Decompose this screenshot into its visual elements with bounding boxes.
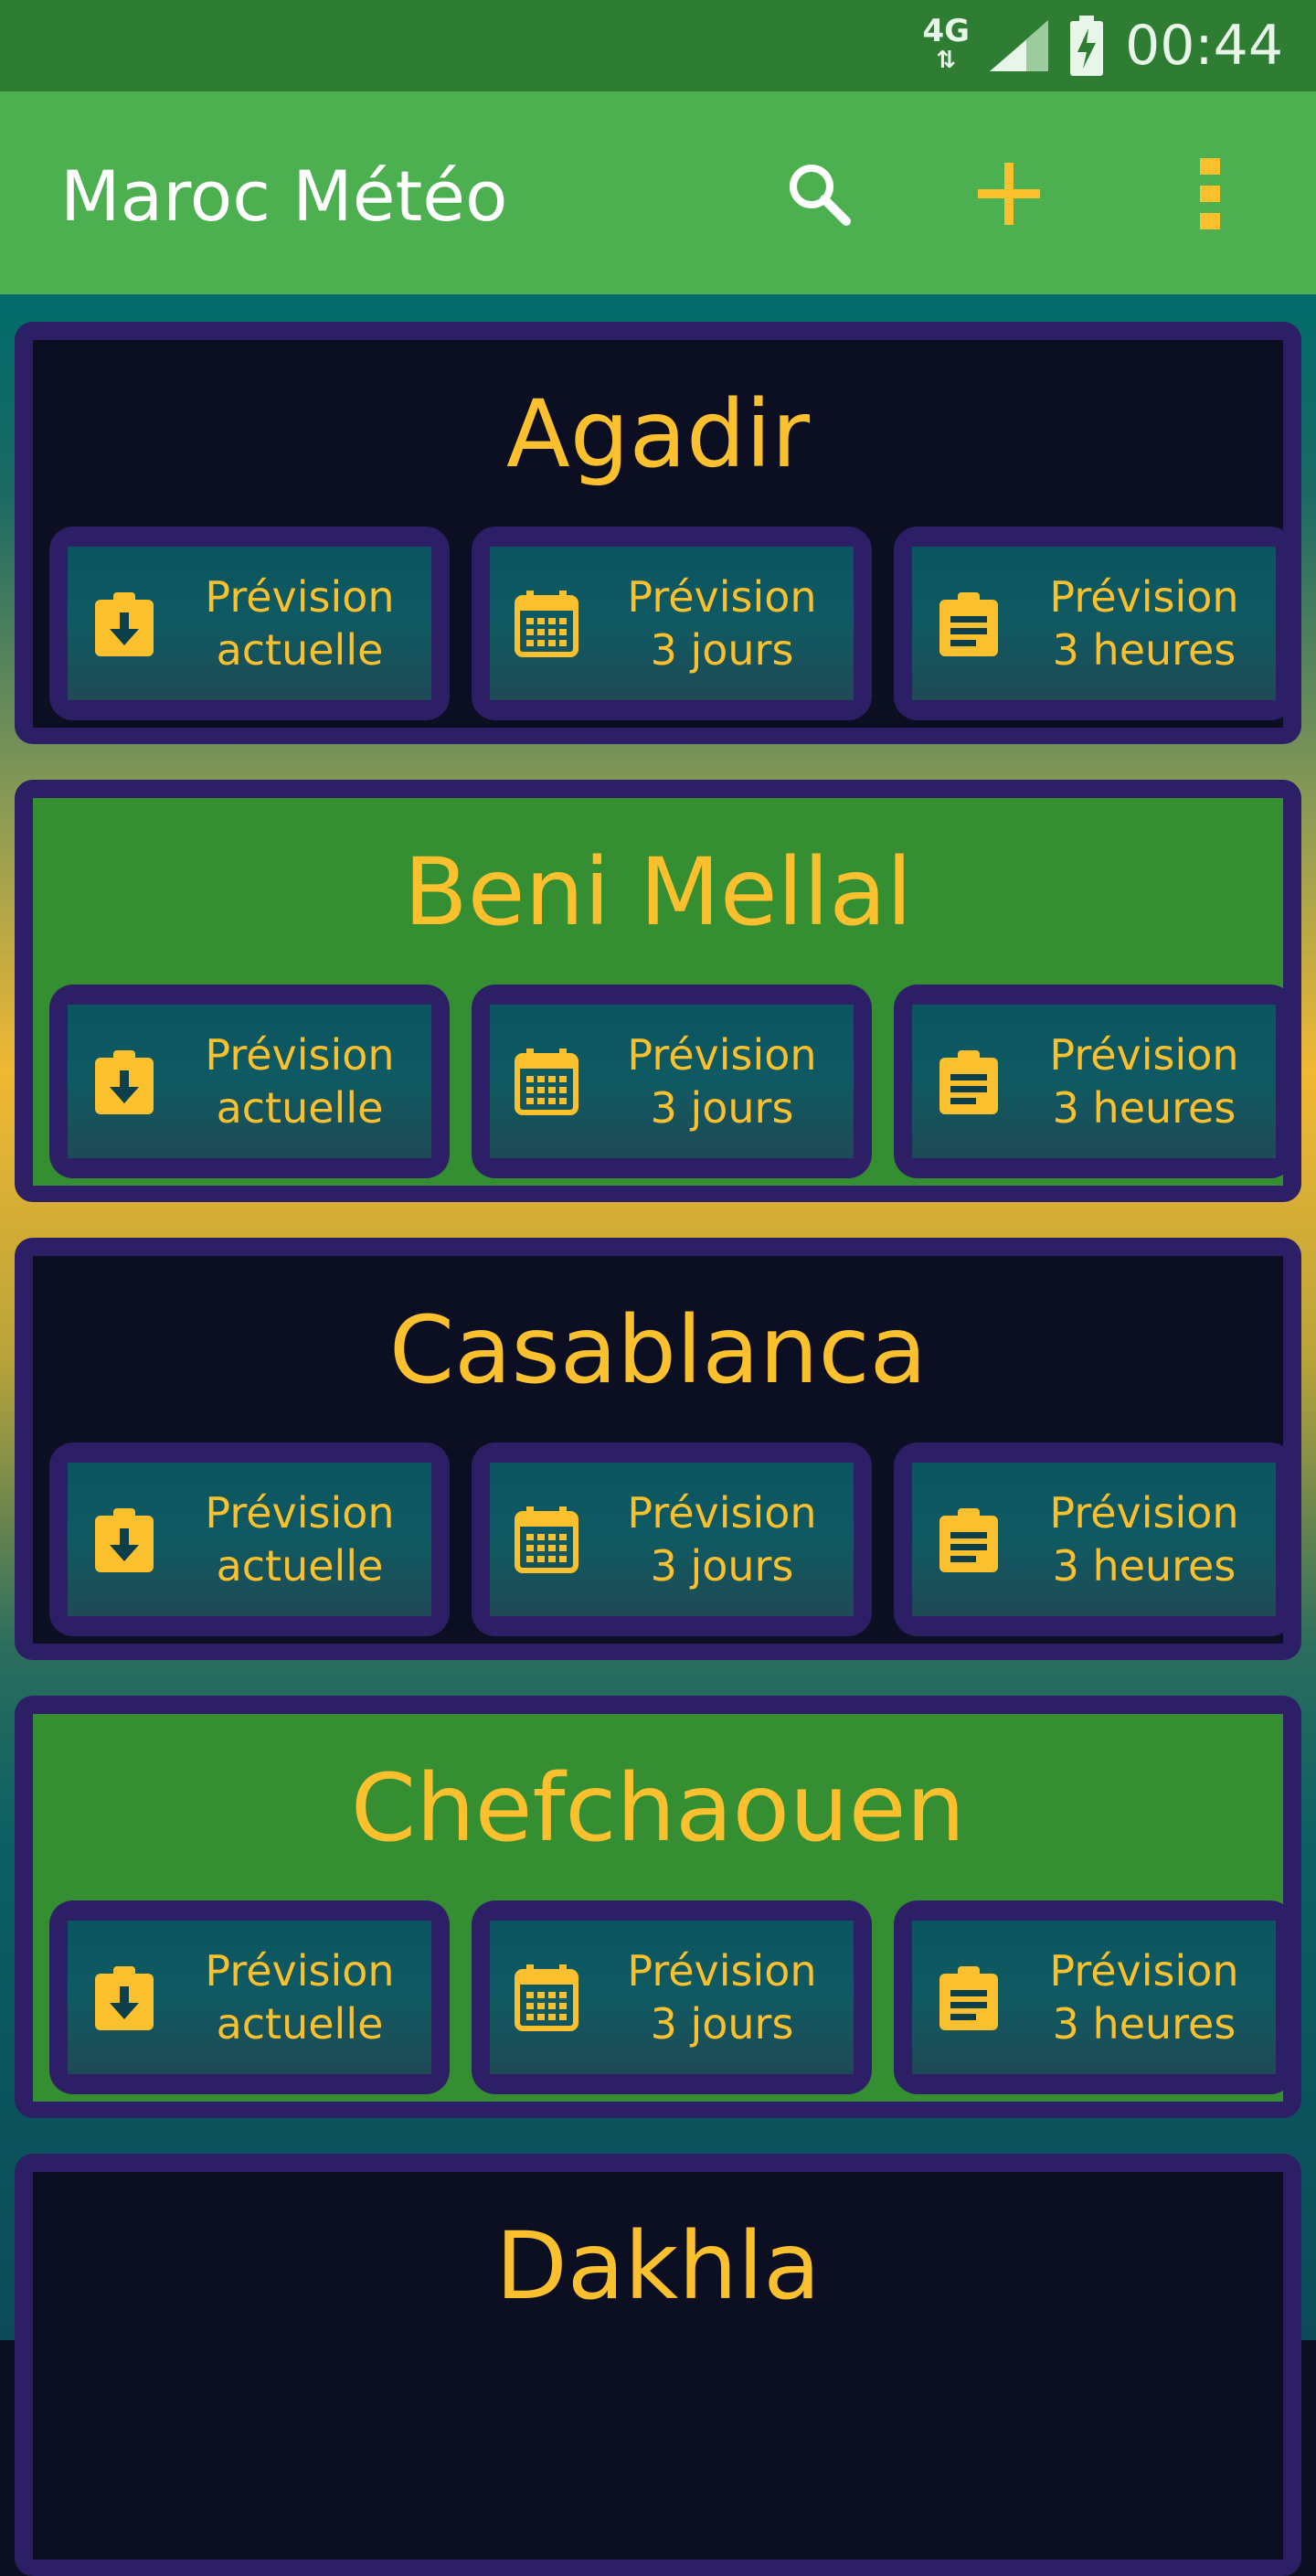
city-card: Agadir Prévision actuelle Prévision 3 jour… (15, 322, 1301, 744)
button-label-line1: Prévision (1049, 1946, 1239, 1996)
three-hour-forecast-button[interactable]: Prévision 3 heures (894, 527, 1294, 720)
city-card: Chefchaouen Prévision actuelle Prévision 3… (15, 1696, 1301, 2118)
three-hour-forecast-button[interactable]: Prévision 3 heures (894, 1442, 1294, 1636)
download-clipboard-icon (95, 1050, 154, 1114)
clipboard-list-icon (939, 1966, 998, 2030)
download-clipboard-icon (95, 1966, 154, 2030)
button-label-line1: Prévision (205, 572, 395, 622)
button-label-line2: 3 jours (650, 625, 794, 675)
button-label-line2: 3 heures (1052, 625, 1236, 675)
battery-charging-icon (1070, 16, 1104, 76)
button-label-line1: Prévision (205, 1030, 395, 1080)
search-icon (790, 165, 851, 226)
add-city-button[interactable] (963, 148, 1055, 240)
clock: 00:44 (1125, 14, 1283, 78)
button-label-line1: Prévision (205, 1488, 395, 1538)
signal-icon (990, 20, 1049, 71)
network-indicator: 4G ⇅ (923, 16, 971, 75)
clipboard-list-icon (939, 1508, 998, 1572)
status-bar: 4G ⇅ 00:44 (0, 0, 1316, 91)
app-title: Maroc Météo (60, 155, 508, 237)
button-label-line1: Prévision (205, 1946, 395, 1996)
overflow-menu-button[interactable] (1166, 148, 1258, 240)
button-label-line2: actuelle (216, 1999, 384, 2049)
three-day-forecast-button[interactable]: Prévision 3 jours (472, 527, 872, 720)
button-label-line2: 3 jours (650, 1999, 794, 2049)
calendar-icon (515, 1506, 578, 1573)
app-bar: Maroc Météo (0, 91, 1316, 294)
city-card: Dakhla (15, 2154, 1301, 2576)
download-clipboard-icon (95, 592, 154, 656)
plus-icon (978, 163, 1040, 225)
button-label-line1: Prévision (1049, 1488, 1239, 1538)
three-day-forecast-button[interactable]: Prévision 3 jours (472, 1442, 872, 1636)
button-label-line2: 3 heures (1052, 1083, 1236, 1133)
button-label-line2: 3 jours (650, 1541, 794, 1591)
calendar-icon (515, 1964, 578, 2031)
three-day-forecast-button[interactable]: Prévision 3 jours (472, 1900, 872, 2094)
more-vert-icon (1200, 158, 1220, 229)
network-type: 4G (922, 13, 971, 49)
city-name: Agadir (505, 380, 811, 489)
city-card: Beni Mellal Prévision actuelle Prévision 3… (15, 780, 1301, 1202)
button-label-line1: Prévision (627, 1946, 817, 1996)
three-hour-forecast-button[interactable]: Prévision 3 heures (894, 1900, 1294, 2094)
button-label-line2: actuelle (216, 625, 384, 675)
button-label-line2: 3 jours (650, 1083, 794, 1133)
calendar-icon (515, 1048, 578, 1115)
button-label-line1: Prévision (627, 1030, 817, 1080)
button-label-line2: 3 heures (1052, 1541, 1236, 1591)
button-label-line2: 3 heures (1052, 1999, 1236, 2049)
clipboard-list-icon (939, 1050, 998, 1114)
city-name: Casablanca (388, 1296, 928, 1405)
current-forecast-button[interactable]: Prévision actuelle (49, 1900, 450, 2094)
current-forecast-button[interactable]: Prévision actuelle (49, 1442, 450, 1636)
button-label-line2: actuelle (216, 1541, 384, 1591)
city-name: Beni Mellal (403, 838, 913, 947)
download-clipboard-icon (95, 1508, 154, 1572)
current-forecast-button[interactable]: Prévision actuelle (49, 527, 450, 720)
button-label-line1: Prévision (1049, 572, 1239, 622)
button-label-line1: Prévision (1049, 1030, 1239, 1080)
three-hour-forecast-button[interactable]: Prévision 3 heures (894, 985, 1294, 1178)
city-name: Dakhla (495, 2212, 821, 2321)
city-card: Casablanca Prévision actuelle Prévision 3 … (15, 1238, 1301, 1660)
city-name: Chefchaouen (350, 1754, 966, 1863)
data-arrows-icon: ⇅ (936, 47, 957, 74)
search-button[interactable] (773, 148, 865, 240)
current-forecast-button[interactable]: Prévision actuelle (49, 985, 450, 1178)
button-label-line1: Prévision (627, 1488, 817, 1538)
button-label-line2: actuelle (216, 1083, 384, 1133)
calendar-icon (515, 591, 578, 657)
button-label-line1: Prévision (627, 572, 817, 622)
three-day-forecast-button[interactable]: Prévision 3 jours (472, 985, 872, 1178)
city-list[interactable]: Agadir Prévision actuelle Prévision 3 jour… (0, 294, 1316, 2576)
clipboard-list-icon (939, 592, 998, 656)
